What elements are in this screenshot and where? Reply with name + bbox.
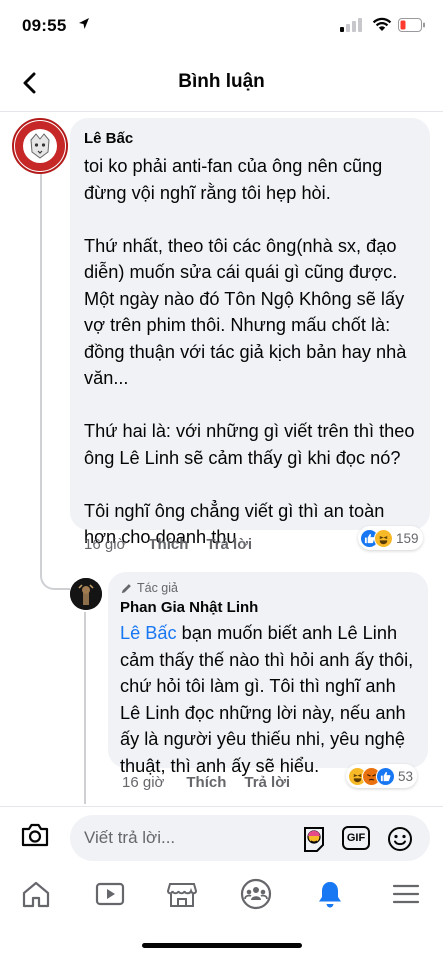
nav-groups[interactable] <box>236 876 276 912</box>
nav-marketplace[interactable] <box>162 876 202 912</box>
home-icon <box>22 881 50 908</box>
reply-bubble: Tác giả Phan Gia Nhật Linh Lê Bấc bạn mu… <box>108 572 428 776</box>
signal-icon <box>340 18 362 37</box>
reply-button[interactable]: Trả lời <box>244 774 290 791</box>
comment-body: bạn muốn biết anh Lê Linh cảm thấy thế n… <box>120 623 414 776</box>
thread-line <box>40 172 42 572</box>
status-time: 09:55 <box>22 16 67 35</box>
location-arrow-icon <box>78 17 90 36</box>
bottom-nav <box>0 868 443 918</box>
reply-input[interactable]: Viết trả lời... GIF <box>70 815 430 861</box>
marketplace-icon <box>166 883 198 907</box>
reply-placeholder: Viết trả lời... <box>84 828 176 847</box>
groups-icon <box>240 878 272 910</box>
like-reaction-icon <box>376 766 395 786</box>
menu-icon <box>392 884 420 904</box>
page-title: Bình luận <box>178 71 265 92</box>
reply-bar: Viết trả lời... GIF <box>0 806 443 868</box>
reaction-summary[interactable]: 53 <box>346 764 418 788</box>
comment-text: toi ko phải anti-fan của ông nên cũng đừ… <box>84 156 415 547</box>
avatar[interactable] <box>70 578 102 610</box>
home-indicator <box>142 943 302 948</box>
reaction-summary[interactable]: 159 <box>358 526 423 550</box>
pencil-icon <box>121 583 131 593</box>
like-button[interactable]: Thích <box>186 774 226 791</box>
watch-icon <box>95 882 125 906</box>
wifi-icon <box>372 17 392 37</box>
comment-author[interactable]: Phan Gia Nhật Linh <box>120 599 416 616</box>
gif-button[interactable]: GIF <box>342 826 370 850</box>
battery-icon <box>398 18 426 37</box>
avatar-sticker-icon <box>304 827 324 852</box>
comment-meta: 16 giờ Thích Trả lời <box>122 774 290 791</box>
mention-link[interactable]: Lê Bấc <box>120 623 177 643</box>
header: Bình luận <box>0 54 443 112</box>
reaction-count: 159 <box>396 530 419 546</box>
haha-reaction-icon <box>374 528 393 548</box>
author-badge: Tác giả <box>120 581 416 595</box>
thread-line <box>84 612 86 804</box>
comment-time: 16 giờ <box>122 774 165 791</box>
emoji-icon <box>388 827 412 851</box>
reply-button[interactable]: Trả lời <box>206 536 252 553</box>
emoji-button[interactable] <box>386 825 414 858</box>
notifications-icon <box>319 882 341 908</box>
nav-home[interactable] <box>16 876 56 912</box>
nav-menu[interactable] <box>386 876 426 912</box>
thread-branch <box>40 560 70 590</box>
comment-text: Lê Bấc bạn muốn biết anh Lê Linh cảm thấ… <box>120 620 416 779</box>
avatar-sticker-button[interactable] <box>300 825 328 858</box>
camera-button[interactable] <box>20 821 50 854</box>
comment-bubble: Lê Bấc toi ko phải anti-fan của ông nên … <box>70 118 430 547</box>
status-bar: 09:55 <box>0 0 443 54</box>
camera-icon <box>21 823 49 847</box>
avatar[interactable] <box>12 118 68 174</box>
nav-watch[interactable] <box>90 876 130 912</box>
gif-icon: GIF <box>342 826 370 850</box>
reaction-count: 53 <box>398 768 414 784</box>
nav-notifications[interactable] <box>310 876 350 912</box>
comment-time: 16 giờ <box>84 536 127 553</box>
comment-meta: 16 giờ Thích Trả lời <box>84 536 252 553</box>
like-button[interactable]: Thích <box>148 536 188 553</box>
comment-author[interactable]: Lê Bấc <box>84 130 416 147</box>
author-badge-label: Tác giả <box>137 581 178 595</box>
